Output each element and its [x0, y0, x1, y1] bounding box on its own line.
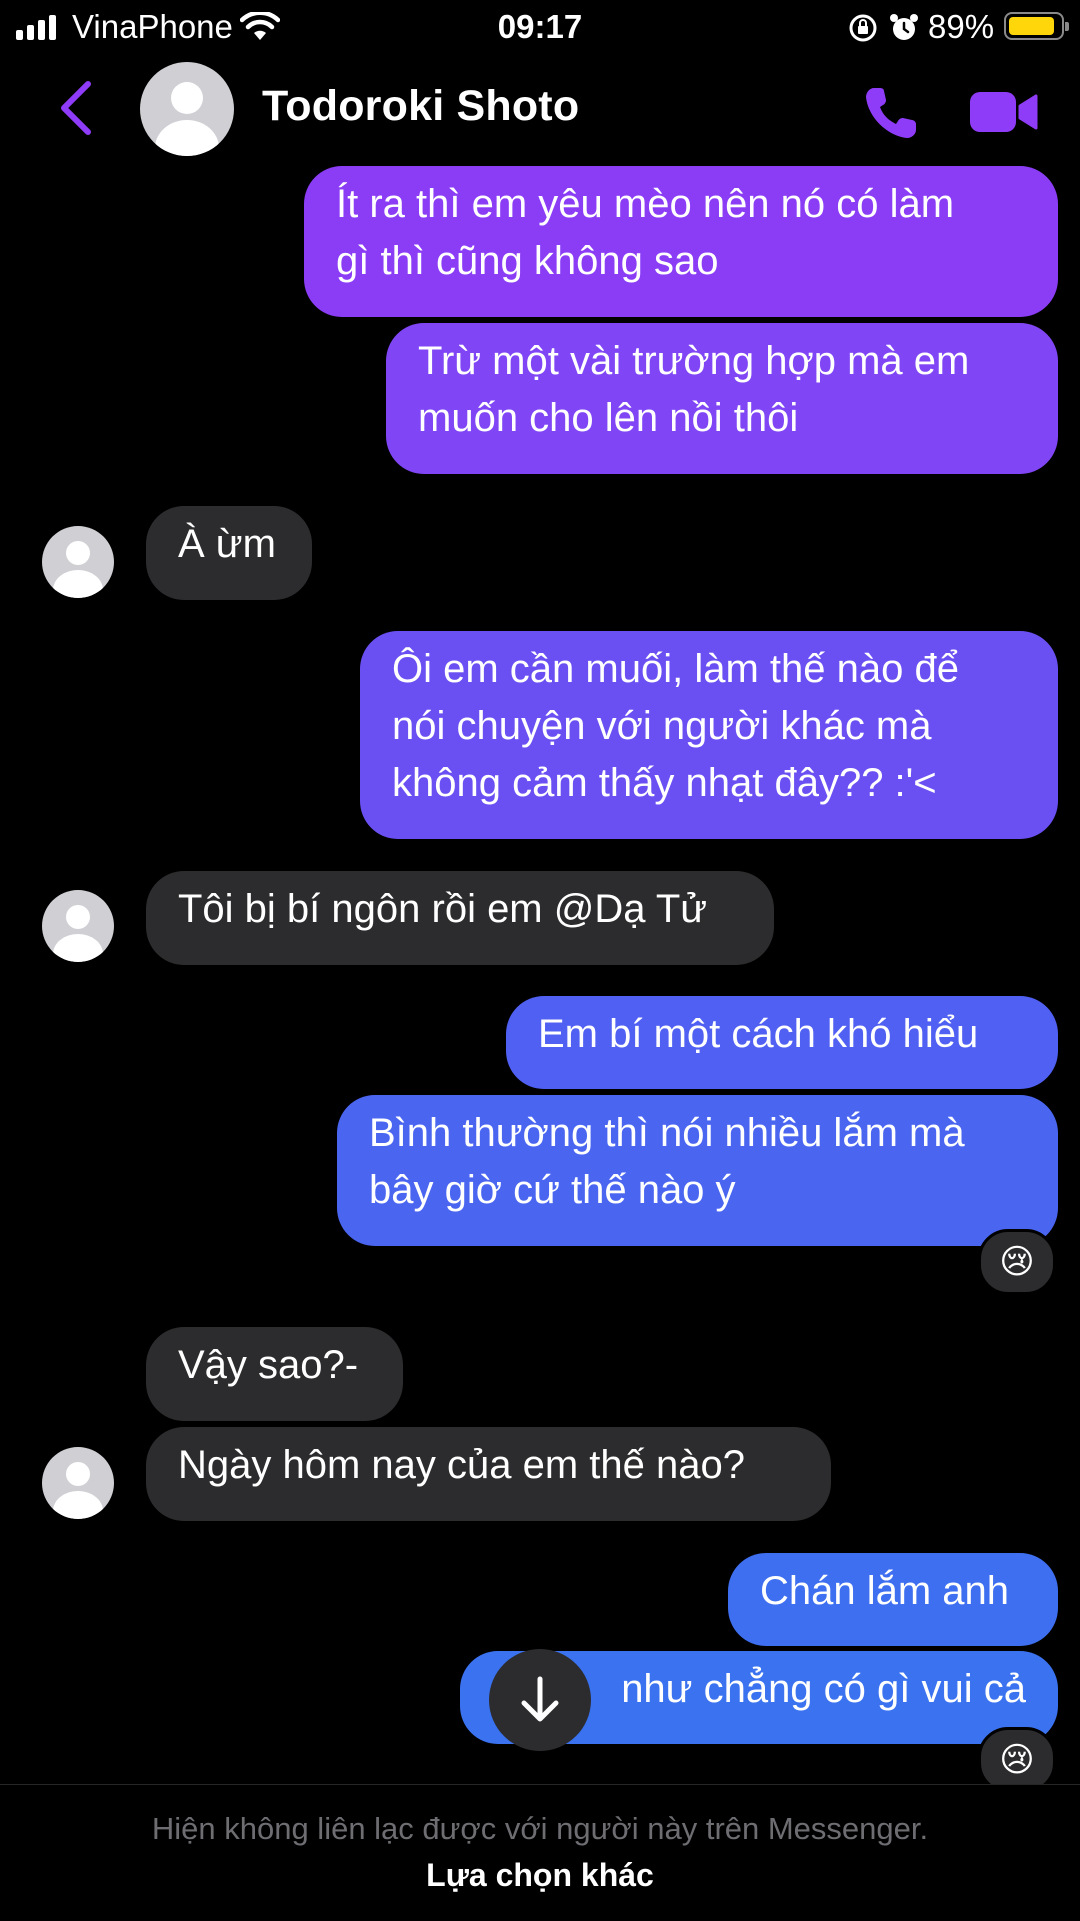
message-bubble-outgoing[interactable]: Bình thường thì nói nhiều lắm mà bây giờ…	[337, 1095, 1058, 1246]
message-bubble-incoming[interactable]: Vậy sao?-	[146, 1327, 403, 1421]
reaction-badge[interactable]: 😢	[978, 1229, 1056, 1295]
sender-avatar[interactable]	[42, 1447, 114, 1519]
message-line: Trừ một vài trường hợp mà em	[418, 339, 970, 383]
message-bubble-outgoing[interactable]: Em bí một cách khó hiểu	[506, 996, 1058, 1089]
message-bubble-incoming[interactable]: Ngày hôm nay của em thế nào?	[146, 1427, 831, 1521]
message-line: Ít ra thì em yêu mèo nên nó có làm	[336, 182, 955, 226]
sender-avatar[interactable]	[42, 890, 114, 962]
message-line: À ừm	[178, 522, 276, 566]
message-bubble-outgoing[interactable]: Trừ một vài trường hợp mà em muốn cho lê…	[386, 323, 1058, 474]
message-line: bây giờ cứ thế nào ý	[369, 1168, 736, 1212]
rotation-lock-icon	[849, 14, 877, 42]
video-call-icon[interactable]	[970, 88, 1040, 136]
message-bubble-incoming[interactable]: Tôi bị bí ngôn rồi em @Dạ Tử	[146, 871, 774, 965]
message-bubble-outgoing[interactable]: Ít ra thì em yêu mèo nên nó có làm gì th…	[304, 166, 1058, 317]
alarm-icon	[890, 14, 918, 40]
message-bubble-outgoing[interactable]: Ôi em cần muối, làm thế nào để nói chuyệ…	[360, 631, 1058, 839]
message-bubble-outgoing[interactable]: Chán lắm anh	[728, 1553, 1058, 1646]
message-line: Ngày hôm nay của em thế nào?	[178, 1443, 746, 1487]
message-bubble-incoming[interactable]: À ừm	[146, 506, 312, 600]
chat-footer: Hiện không liên lạc được với người này t…	[0, 1784, 1080, 1921]
message-line: Bình thường thì nói nhiều lắm mà	[369, 1111, 965, 1155]
back-chevron-icon[interactable]	[58, 80, 94, 136]
scroll-to-bottom-button[interactable]	[489, 1649, 591, 1751]
message-line: nói chuyện với người khác mà	[392, 704, 932, 748]
contact-avatar[interactable]	[140, 62, 234, 156]
contact-name[interactable]: Todoroki Shoto	[262, 82, 579, 131]
message-line: Vậy sao?-	[178, 1343, 359, 1387]
message-line: Em bí một cách khó hiểu	[538, 1012, 979, 1056]
message-line: Ôi em cần muối, làm thế nào để	[392, 647, 959, 691]
other-options-link[interactable]: Lựa chọn khác	[0, 1857, 1080, 1894]
battery-icon	[1004, 12, 1069, 40]
status-bar: VinaPhone 09:17 89%	[0, 0, 1080, 54]
sender-avatar[interactable]	[42, 526, 114, 598]
chat-header: Todoroki Shoto	[0, 54, 1080, 164]
message-line: gì thì cũng không sao	[336, 239, 719, 283]
message-line: Tôi bị bí ngôn rồi em @Dạ Tử	[178, 887, 708, 931]
message-line: Chán lắm anh	[760, 1569, 1010, 1613]
message-line: không cảm thấy nhạt đây?? :'<	[392, 761, 937, 805]
message-line: muốn cho lên nồi thôi	[418, 396, 799, 440]
arrow-down-icon	[521, 1676, 559, 1722]
battery-percent: 89%	[928, 8, 995, 45]
phone-call-icon[interactable]	[862, 82, 922, 142]
unavailable-notice: Hiện không liên lạc được với người này t…	[151, 1811, 929, 1846]
